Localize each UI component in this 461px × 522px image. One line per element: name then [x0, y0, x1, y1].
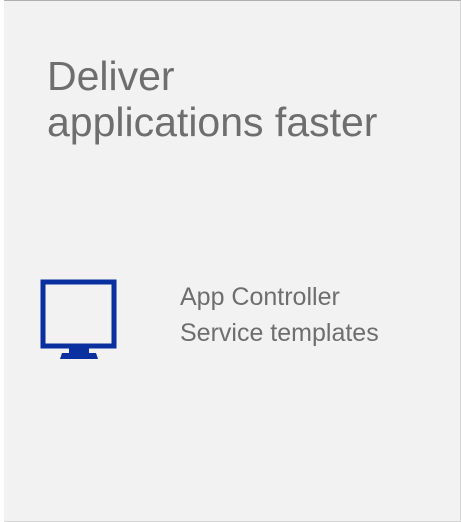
card-title-line-2: applications faster: [47, 99, 378, 145]
feature-item-service-templates: Service templates: [180, 319, 379, 347]
monitor-icon: [40, 279, 117, 359]
card-title: Deliver applications faster: [47, 53, 447, 145]
card-title-line-1: Deliver: [47, 53, 175, 99]
feature-card: Deliver applications faster App Controll…: [4, 0, 461, 522]
feature-item-app-controller: App Controller: [180, 283, 340, 311]
feature-list: App Controller Service templates: [180, 279, 379, 351]
